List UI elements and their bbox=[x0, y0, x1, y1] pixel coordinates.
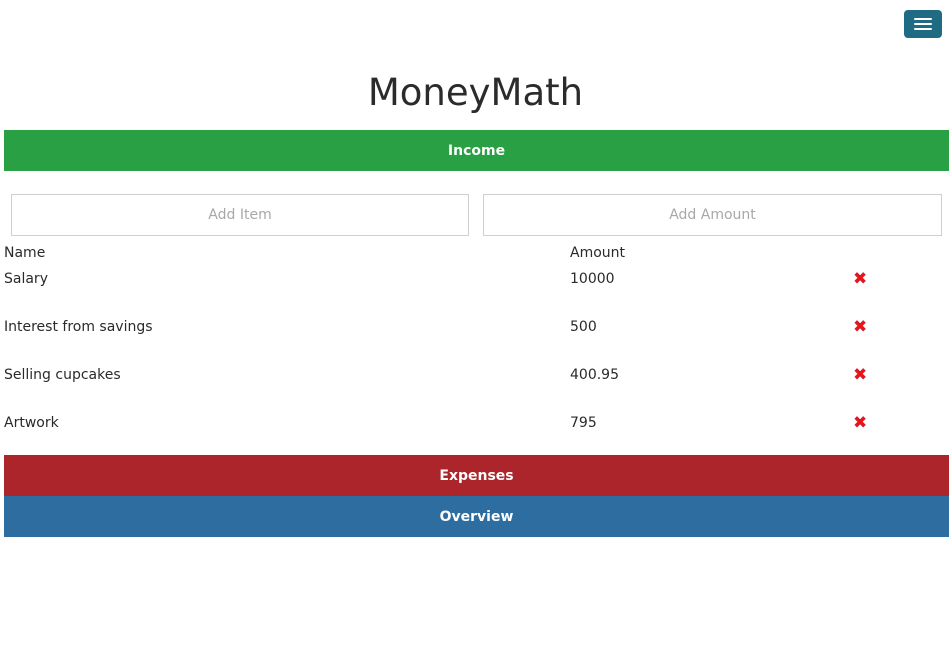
income-row: Selling cupcakes 400.95 ✖ bbox=[4, 365, 949, 387]
income-item-amount: 795 bbox=[570, 415, 597, 431]
app-title: MoneyMath bbox=[367, 71, 584, 114]
delete-icon[interactable]: ✖ bbox=[853, 317, 867, 337]
hamburger-menu-icon-bar bbox=[914, 28, 932, 30]
amount-column-header: Amount bbox=[570, 245, 626, 261]
expenses-section-button[interactable]: Expenses bbox=[4, 455, 949, 496]
hamburger-menu-icon bbox=[914, 18, 932, 20]
expenses-label: Expenses bbox=[439, 467, 514, 484]
income-section-button[interactable]: Income bbox=[4, 130, 949, 171]
add-item-input[interactable] bbox=[11, 194, 469, 236]
hamburger-menu-icon-bar bbox=[914, 23, 932, 25]
name-column-header: Name bbox=[4, 245, 46, 261]
income-item-amount: 500 bbox=[570, 319, 597, 335]
income-item-name: Interest from savings bbox=[4, 319, 153, 335]
income-table-header: Name Amount bbox=[4, 245, 949, 263]
income-label: Income bbox=[447, 142, 506, 159]
add-amount-input[interactable] bbox=[483, 194, 942, 236]
income-item-amount: 10000 bbox=[570, 271, 615, 287]
income-item-name: Salary bbox=[4, 271, 48, 287]
delete-icon[interactable]: ✖ bbox=[853, 365, 867, 385]
overview-label: Overview bbox=[439, 508, 514, 525]
income-item-name: Selling cupcakes bbox=[4, 367, 121, 383]
hamburger-menu-button[interactable] bbox=[904, 10, 942, 38]
overview-section-button[interactable]: Overview bbox=[4, 496, 949, 537]
delete-icon[interactable]: ✖ bbox=[853, 269, 867, 289]
money-math-page: MoneyMath Income Name Amount Salary 1000… bbox=[0, 0, 951, 655]
income-row: Salary 10000 ✖ bbox=[4, 269, 949, 291]
delete-icon[interactable]: ✖ bbox=[853, 413, 867, 433]
income-row: Artwork 795 ✖ bbox=[4, 413, 949, 435]
income-row: Interest from savings 500 ✖ bbox=[4, 317, 949, 339]
income-item-name: Artwork bbox=[4, 415, 59, 431]
income-item-amount: 400.95 bbox=[570, 367, 619, 383]
